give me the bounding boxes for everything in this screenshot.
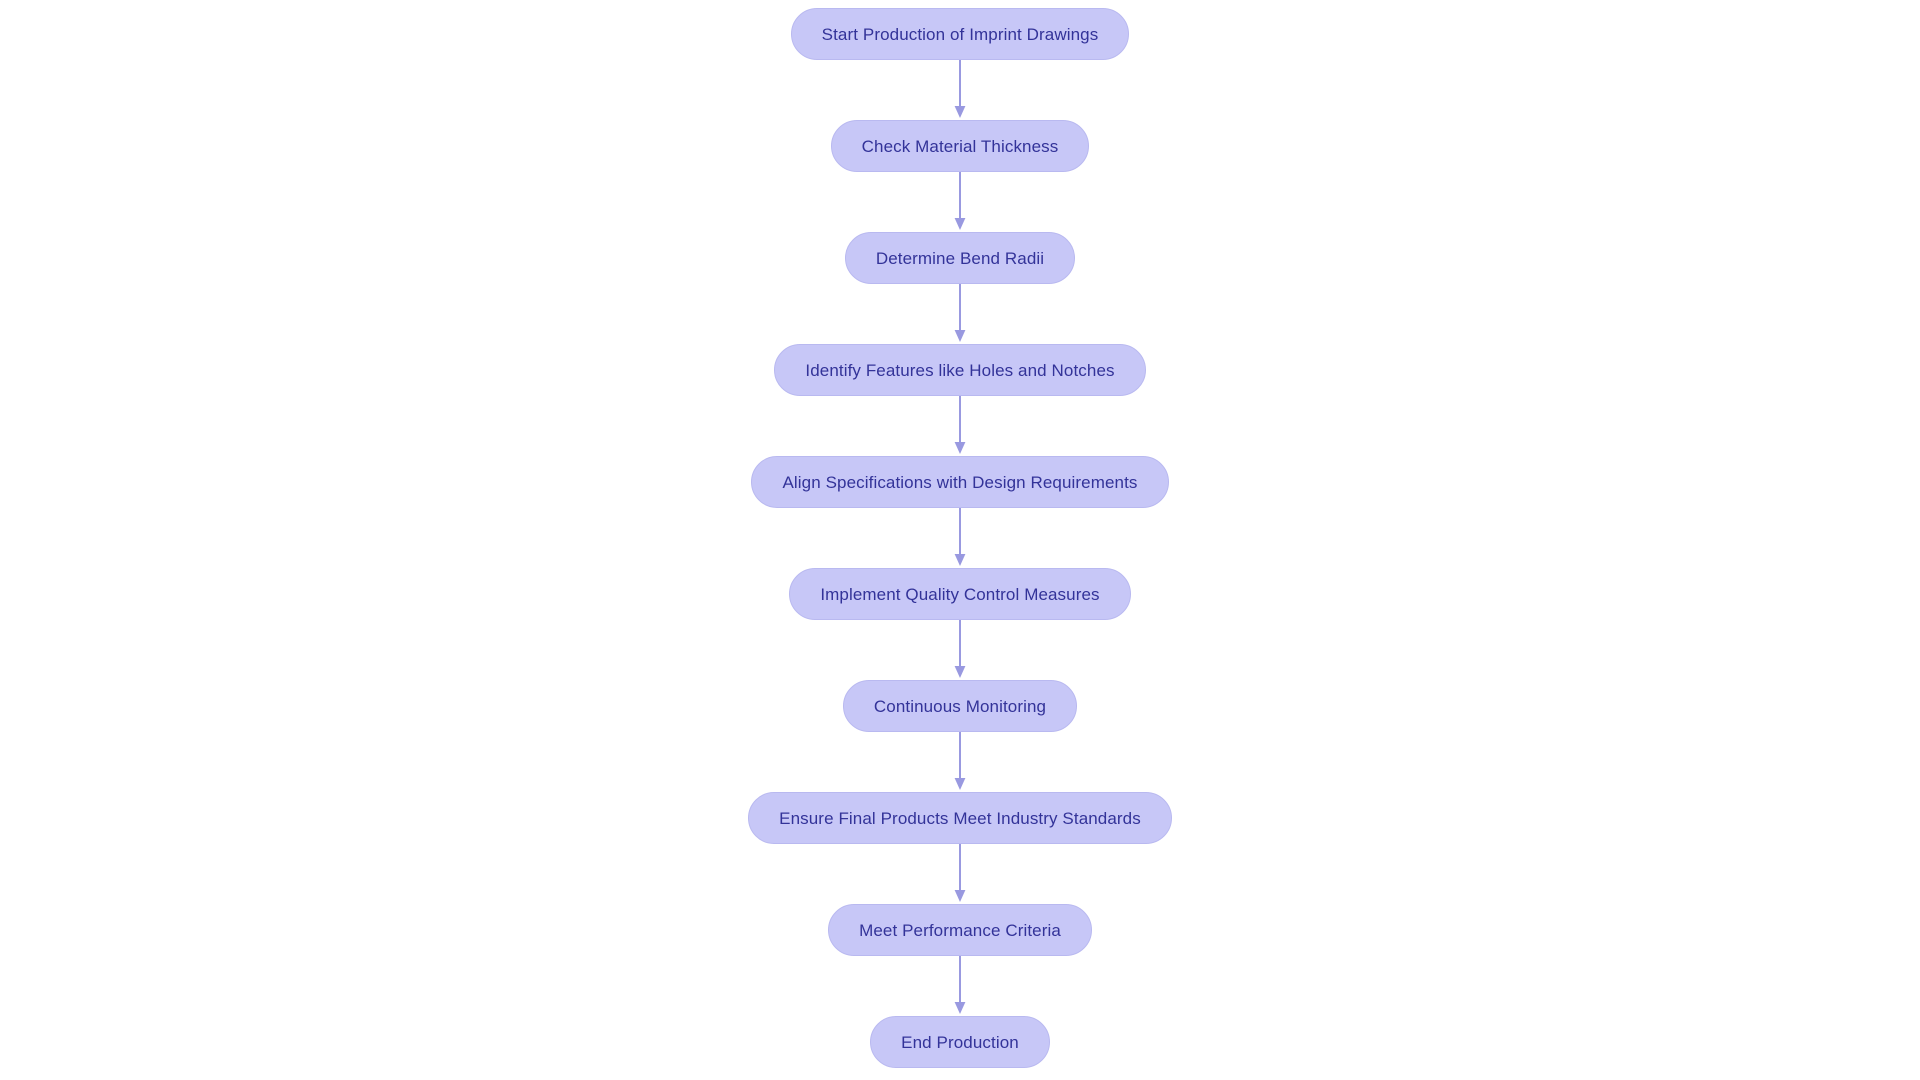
flow-connector-arrow (953, 508, 967, 568)
flow-node[interactable]: Ensure Final Products Meet Industry Stan… (748, 792, 1172, 844)
flow-connector-arrow (953, 732, 967, 792)
flow-node-label: Continuous Monitoring (873, 696, 1047, 716)
flow-node-label: End Production (901, 1032, 1019, 1052)
flow-node-label: Implement Quality Control Measures (820, 584, 1100, 604)
flow-connector-arrow (953, 956, 967, 1016)
flow-node-label: Determine Bend Radii (875, 248, 1045, 268)
flow-node-label: Meet Performance Criteria (859, 920, 1061, 940)
flow-node-label: Align Specifications with Design Require… (782, 472, 1138, 492)
flow-node-label: Start Production of Imprint Drawings (821, 24, 1099, 44)
flow-connector-arrow (953, 844, 967, 904)
flow-connector-arrow (953, 396, 967, 456)
flow-connector-arrow (953, 284, 967, 344)
flow-node[interactable]: Continuous Monitoring (842, 680, 1078, 732)
flow-node[interactable]: Start Production of Imprint Drawings (790, 8, 1130, 60)
flow-node-label: Check Material Thickness (861, 136, 1059, 156)
flow-node[interactable]: Implement Quality Control Measures (789, 568, 1131, 620)
flow-node[interactable]: Determine Bend Radii (844, 232, 1076, 284)
flowchart-node-column: Start Production of Imprint Drawings Chec… (0, 0, 1920, 1080)
flow-node-label: Identify Features like Holes and Notches (805, 360, 1115, 380)
flowchart-canvas: Start Production of Imprint Drawings Chec… (0, 0, 1920, 1080)
flow-node[interactable]: Meet Performance Criteria (828, 904, 1092, 956)
flow-node[interactable]: Align Specifications with Design Require… (751, 456, 1169, 508)
flow-connector-arrow (953, 60, 967, 120)
flow-node[interactable]: Check Material Thickness (830, 120, 1090, 172)
flow-node[interactable]: Identify Features like Holes and Notches (774, 344, 1146, 396)
flow-connector-arrow (953, 620, 967, 680)
flow-node[interactable]: End Production (870, 1016, 1050, 1068)
flow-connector-arrow (953, 172, 967, 232)
flow-node-label: Ensure Final Products Meet Industry Stan… (779, 808, 1141, 828)
